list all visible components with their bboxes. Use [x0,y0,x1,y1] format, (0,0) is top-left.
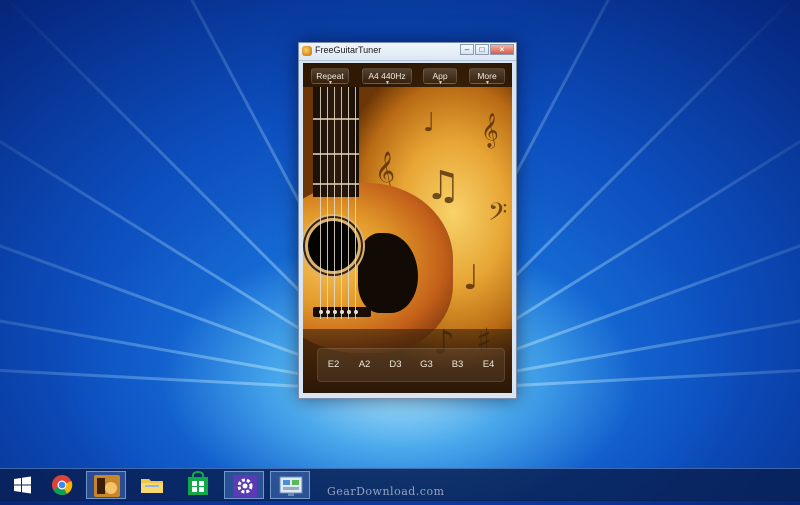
repeat-button[interactable]: Repeat ▼ [311,68,349,86]
eighth-notes-icon: ♫ [425,163,461,209]
guitar-app-icon [302,46,312,56]
quarter-note-icon: ♩ [463,258,480,298]
close-icon[interactable]: × [490,44,514,55]
string-button-b3[interactable]: B3 [442,349,473,381]
string-button-a2[interactable]: A2 [349,349,380,381]
string-selector: E2 A2 D3 G3 B3 E4 [317,348,505,382]
string-button-g3[interactable]: G3 [411,349,442,381]
control-panel-icon[interactable] [270,471,310,499]
app-window: FreeGuitarTuner – □ × 𝄞 𝄞 ♫ 𝄢 ♯ ♩ ♯ ♪ ♩ [298,42,517,399]
file-explorer-icon[interactable] [132,471,172,499]
title-bar[interactable]: FreeGuitarTuner – □ × [299,43,516,61]
guitar-tuner-icon[interactable] [86,471,126,499]
chrome-icon[interactable] [42,471,82,499]
bass-clef-icon: 𝄢 [488,198,508,233]
maximize-icon[interactable]: □ [475,44,489,55]
app-button[interactable]: App ▼ [423,68,457,86]
chevron-down-icon: ▼ [438,80,443,86]
tuner-canvas: 𝄞 𝄞 ♫ 𝄢 ♯ ♩ ♯ ♪ ♩ [303,63,512,393]
quarter-note-icon: ♩ [423,108,436,138]
chevron-down-icon: ▼ [485,80,490,86]
start-icon[interactable] [2,471,42,499]
minimize-icon[interactable]: – [460,44,474,55]
store-icon[interactable] [178,471,218,499]
treble-clef-icon: 𝄞 [481,113,499,148]
watermark: GearDownload.com [327,485,445,498]
chevron-down-icon: ▼ [385,80,390,86]
string-button-e2[interactable]: E2 [318,349,349,381]
pitch-button[interactable]: A4 440Hz ▼ [362,68,412,86]
chevron-down-icon: ▼ [328,80,333,86]
string-button-d3[interactable]: D3 [380,349,411,381]
window-title: FreeGuitarTuner [315,45,382,55]
more-button[interactable]: More ▼ [469,68,505,86]
settings-icon[interactable] [224,471,264,499]
string-button-e4[interactable]: E4 [473,349,504,381]
